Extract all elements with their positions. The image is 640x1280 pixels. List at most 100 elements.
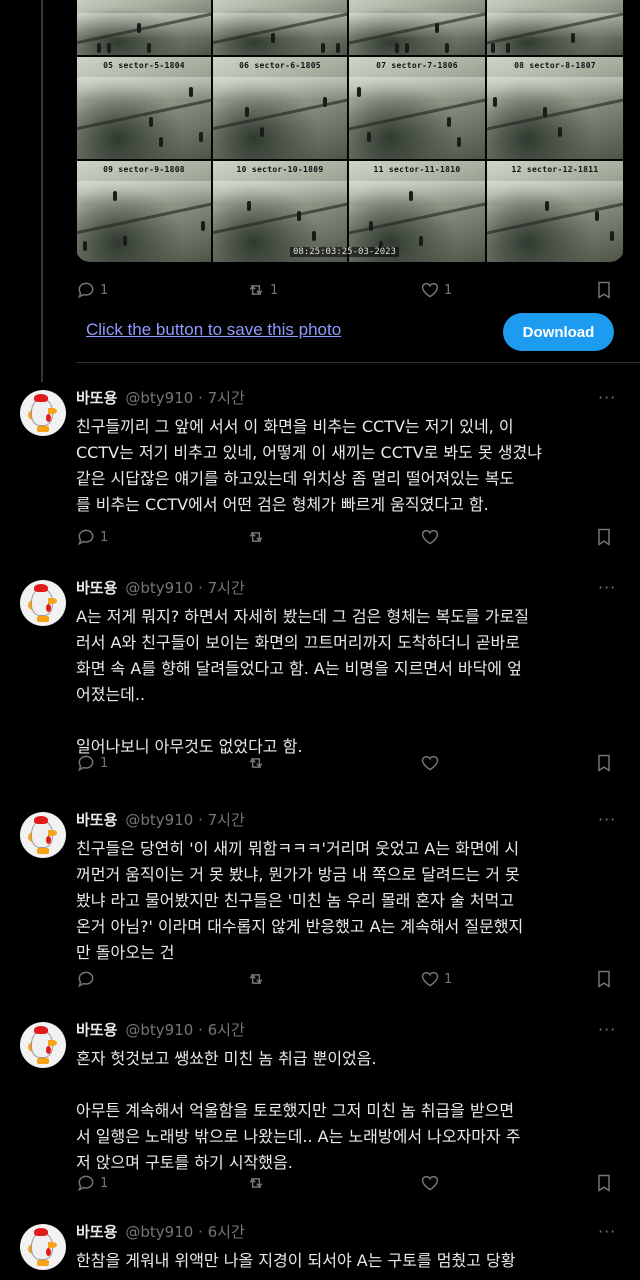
cctv-person bbox=[543, 107, 547, 117]
cctv-person bbox=[493, 97, 497, 107]
avatar-feet bbox=[37, 616, 49, 622]
more-options-icon[interactable]: ··· bbox=[598, 1020, 616, 1039]
retweet-icon bbox=[249, 758, 263, 768]
avatar[interactable] bbox=[20, 390, 66, 436]
more-options-icon[interactable]: ··· bbox=[598, 1222, 616, 1241]
avatar-feet bbox=[37, 848, 49, 854]
avatar-wattle bbox=[46, 1248, 51, 1256]
bookmark-button[interactable] bbox=[594, 1172, 614, 1194]
cctv-person bbox=[247, 201, 251, 211]
reply-icon bbox=[77, 529, 94, 546]
avatar-comb bbox=[34, 816, 48, 824]
avatar-beak bbox=[48, 830, 57, 836]
more-options-icon[interactable]: ··· bbox=[598, 810, 616, 829]
tweet-header: 바또용 @bty910 · 7시간 bbox=[76, 808, 245, 830]
avatar-wattle bbox=[46, 1046, 51, 1054]
avatar-wattle bbox=[46, 836, 51, 844]
bookmark-button[interactable] bbox=[594, 752, 614, 774]
cctv-person bbox=[271, 33, 275, 43]
reply-count: 1 bbox=[100, 282, 109, 298]
cctv-cell-label: 06 sector-6-1805 bbox=[239, 61, 321, 70]
more-options-icon[interactable]: ··· bbox=[598, 388, 616, 407]
like-button[interactable] bbox=[420, 752, 444, 774]
heart-icon bbox=[421, 1175, 439, 1191]
cctv-cell: 09 sector-9-1808 bbox=[76, 160, 212, 262]
display-name[interactable]: 바또용 bbox=[76, 387, 117, 408]
cctv-cell-label: 08 sector-8-1807 bbox=[514, 61, 596, 70]
cctv-person bbox=[323, 97, 327, 107]
cctv-person bbox=[321, 43, 325, 53]
cctv-person bbox=[395, 43, 399, 53]
bookmark-button[interactable] bbox=[594, 526, 614, 548]
reply-button[interactable]: 1 bbox=[76, 752, 108, 774]
cctv-person bbox=[336, 43, 340, 53]
like-button[interactable]: 1 bbox=[420, 279, 452, 301]
bookmark-button[interactable] bbox=[594, 279, 614, 301]
retweet-button[interactable] bbox=[246, 526, 270, 548]
bookmark-icon bbox=[598, 528, 610, 546]
cctv-person bbox=[369, 221, 373, 231]
retweet-button[interactable] bbox=[246, 752, 270, 774]
save-photo-link[interactable]: Click the button to save this photo bbox=[86, 320, 341, 340]
cctv-person bbox=[113, 191, 117, 201]
more-options-icon[interactable]: ··· bbox=[598, 578, 616, 597]
cctv-person bbox=[137, 23, 141, 33]
tweet-header: 바또용 @bty910 · 6시간 bbox=[76, 1018, 245, 1040]
avatar-beak bbox=[48, 408, 57, 414]
bookmark-button[interactable] bbox=[594, 968, 614, 990]
tweet-text: 친구들은 당연히 '이 새끼 뭐함ㅋㅋㅋ'거리며 웃었고 A는 화면에 시 꺼먼… bbox=[76, 839, 524, 962]
avatar[interactable] bbox=[20, 1022, 66, 1068]
tweet-actions: 1 bbox=[76, 526, 624, 550]
display-name[interactable]: 바또용 bbox=[76, 1221, 117, 1242]
cctv-cell: 06 sector-6-1805 bbox=[212, 56, 348, 160]
cctv-cell bbox=[76, 0, 212, 56]
avatar[interactable] bbox=[20, 580, 66, 626]
bookmark-icon bbox=[598, 281, 610, 299]
cctv-person bbox=[595, 211, 599, 221]
like-button[interactable]: 1 bbox=[420, 968, 452, 990]
reply-button[interactable] bbox=[76, 968, 100, 990]
tweet-actions: 1 bbox=[76, 752, 624, 776]
reply-button[interactable]: 1 bbox=[76, 279, 108, 301]
divider bbox=[76, 362, 640, 363]
bookmark-icon bbox=[598, 754, 610, 772]
retweet-button[interactable]: 1 bbox=[246, 279, 278, 301]
bookmark-icon bbox=[598, 970, 610, 988]
cctv-person bbox=[610, 231, 614, 241]
display-name[interactable]: 바또용 bbox=[76, 809, 117, 830]
handle-time: @bty910 · 6시간 bbox=[125, 1020, 245, 1039]
cctv-person bbox=[367, 132, 371, 142]
reply-button[interactable]: 1 bbox=[76, 526, 108, 548]
display-name[interactable]: 바또용 bbox=[76, 577, 117, 598]
like-count: 1 bbox=[444, 971, 453, 987]
reply-count: 1 bbox=[100, 755, 109, 771]
cctv-person bbox=[189, 87, 193, 97]
tweet-text: 한참을 게워내 위액만 나올 지경이 되서야 A는 구토를 멈췄고 당황 bbox=[76, 1251, 516, 1270]
like-button[interactable] bbox=[420, 1172, 444, 1194]
avatar[interactable] bbox=[20, 1224, 66, 1270]
tweet-header: 바또용 @bty910 · 7시간 bbox=[76, 576, 245, 598]
cctv-person bbox=[571, 33, 575, 43]
avatar-feet bbox=[37, 1058, 49, 1064]
heart-icon bbox=[421, 971, 439, 987]
display-name[interactable]: 바또용 bbox=[76, 1019, 117, 1040]
download-button[interactable]: Download bbox=[503, 313, 614, 351]
cctv-photo[interactable]: 12 sector-12-1811 11 sector-11-1810 10 sec… bbox=[76, 0, 624, 262]
cctv-person bbox=[435, 23, 439, 33]
like-button[interactable] bbox=[420, 526, 444, 548]
reply-icon bbox=[77, 755, 94, 772]
avatar[interactable] bbox=[20, 812, 66, 858]
reply-button[interactable]: 1 bbox=[76, 1172, 108, 1194]
cctv-cell-label: 09 sector-9-1808 bbox=[103, 165, 185, 174]
avatar-comb bbox=[34, 584, 48, 592]
cctv-person bbox=[558, 127, 562, 137]
heart-icon bbox=[421, 282, 439, 298]
handle-time: @bty910 · 7시간 bbox=[125, 388, 245, 407]
photo-tweet-actions: 1 1 1 bbox=[76, 279, 624, 303]
cctv-person bbox=[201, 221, 205, 231]
retweet-button[interactable] bbox=[246, 968, 270, 990]
retweet-button[interactable] bbox=[246, 1172, 270, 1194]
handle-time: @bty910 · 7시간 bbox=[125, 578, 245, 597]
cctv-cell: 05 sector-5-1804 bbox=[76, 56, 212, 160]
cctv-person bbox=[245, 107, 249, 117]
